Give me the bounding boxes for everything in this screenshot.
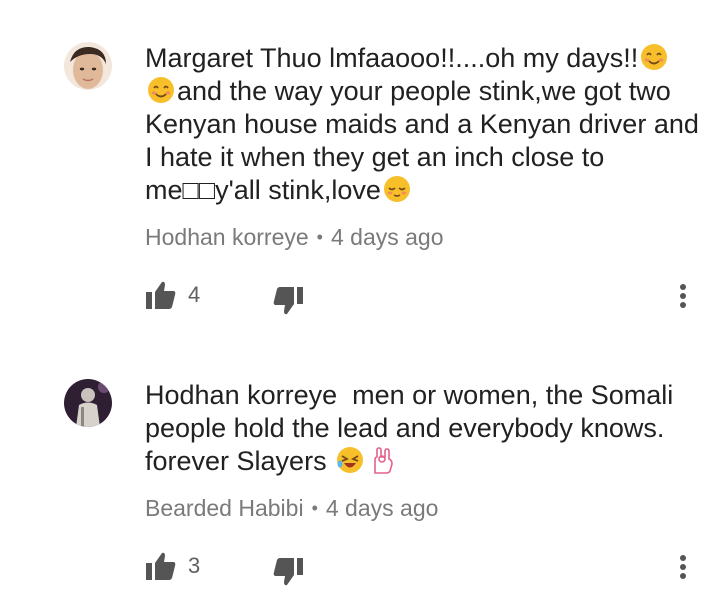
comment-author[interactable]: Hodhan korreye: [145, 380, 337, 410]
smiling-face-icon: [146, 75, 176, 105]
avatar[interactable]: [64, 42, 112, 90]
comment-item: Margaret Thuo lmfaaooo!!....oh my days!!…: [0, 0, 720, 340]
comment-author[interactable]: Margaret Thuo: [145, 43, 322, 73]
avatar[interactable]: [64, 379, 112, 427]
separator-dot: •: [311, 498, 318, 518]
missing-glyph-icon: □□: [182, 175, 216, 205]
comment-text-part: y'all stink,love: [215, 175, 381, 205]
more-vert-icon: [680, 555, 686, 561]
like-count: 4: [188, 282, 201, 307]
like-button[interactable]: [145, 280, 179, 312]
thumbs-up-icon: [145, 280, 179, 310]
like-button[interactable]: [145, 551, 179, 583]
comment-text: Margaret Thuo lmfaaooo!!....oh my days!!…: [145, 42, 705, 207]
comment-text-part: lmfaaooo!!....oh my days!!: [329, 43, 639, 73]
more-options-button[interactable]: [672, 284, 694, 314]
separator-dot: •: [316, 227, 323, 247]
thumbs-up-icon: [145, 551, 179, 581]
comment-time: 4 days ago: [325, 495, 439, 521]
comment-meta: Bearded Habibi • 4 days ago: [145, 494, 438, 522]
dislike-button[interactable]: [272, 557, 306, 589]
thumbs-down-icon: [272, 286, 306, 316]
relieved-face-icon: [382, 174, 412, 204]
reply-to-author[interactable]: Bearded Habibi: [145, 495, 304, 521]
comment-text: Hodhan korreye men or women, the Somali …: [145, 379, 705, 478]
more-vert-icon: [680, 284, 686, 290]
reply-to-author[interactable]: Hodhan korreye: [145, 224, 309, 250]
comment-item: Hodhan korreye men or women, the Somali …: [0, 340, 720, 586]
comment-time: 4 days ago: [330, 224, 444, 250]
smiling-face-icon: [639, 42, 669, 72]
ok-hand-icon: [367, 445, 397, 475]
like-count: 3: [188, 553, 201, 578]
laughing-face-icon: [335, 445, 365, 475]
comment-actions: 3: [0, 547, 720, 587]
thumbs-down-icon: [272, 557, 306, 587]
dislike-button[interactable]: [272, 286, 306, 318]
comment-actions: 4: [0, 276, 720, 316]
comment-meta: Hodhan korreye • 4 days ago: [145, 223, 444, 251]
